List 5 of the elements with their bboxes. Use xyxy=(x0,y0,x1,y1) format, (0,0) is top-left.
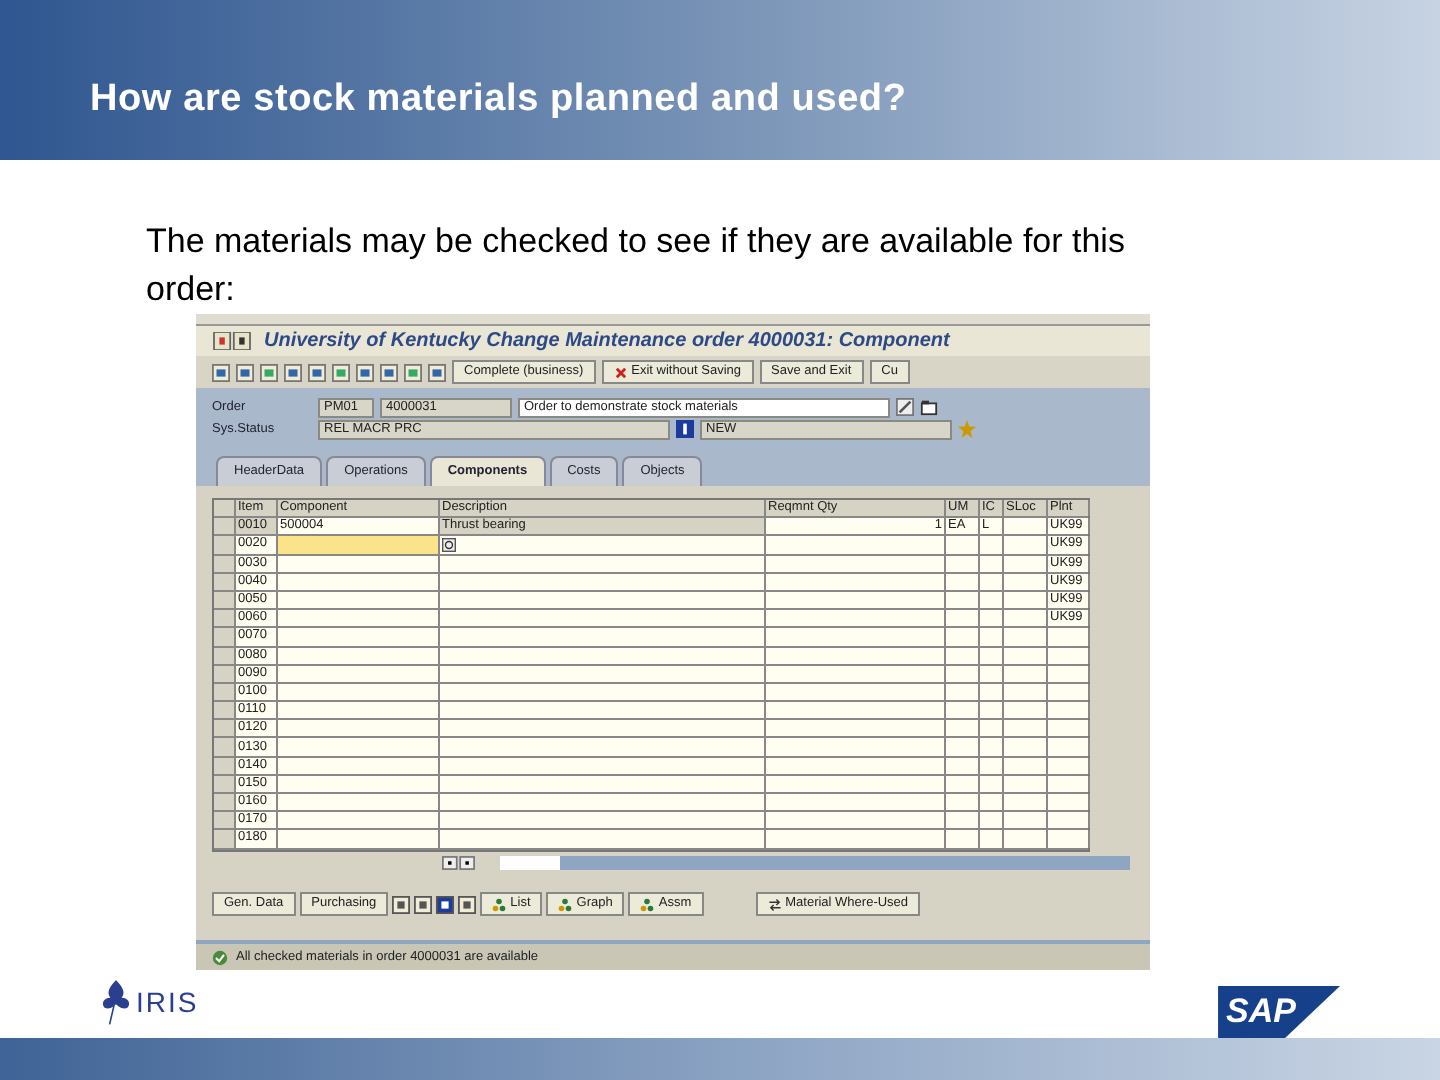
sap-logo: SAP xyxy=(1218,986,1340,1038)
body-text: The materials may be checked to see if they are available for this order: xyxy=(146,220,1127,312)
window-title: University of Kentucky Change Maintenance order 4000031: Component xyxy=(264,330,950,352)
slide-title: How are stock materials planned and used? xyxy=(90,78,907,122)
iris-logo: IRIS xyxy=(100,972,199,1032)
